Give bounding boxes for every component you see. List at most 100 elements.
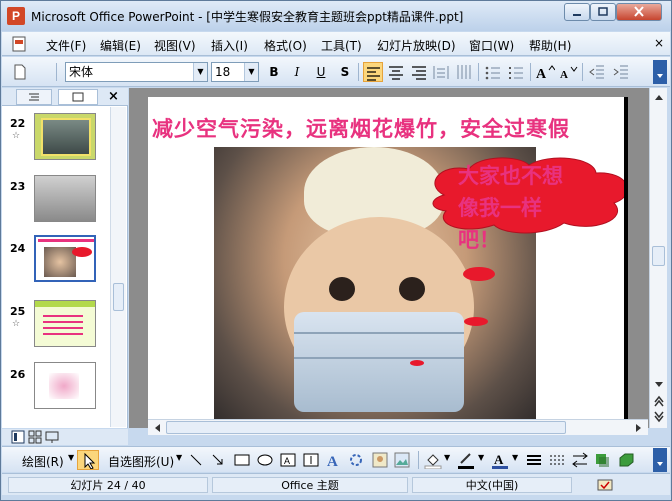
slide-editor: 减少空气污染，远离烟花爆竹，安全过寒假 大家也不想 像我一样 吧！ bbox=[129, 88, 649, 428]
line-icon[interactable] bbox=[188, 452, 204, 468]
slides-thumbnail-icon bbox=[72, 92, 84, 102]
minimize-icon bbox=[573, 14, 581, 16]
distribute-columns-icon[interactable] bbox=[455, 63, 473, 81]
language-status[interactable]: 中文(中国) bbox=[412, 477, 572, 493]
align-left-icon[interactable] bbox=[363, 62, 383, 82]
scroll-thumb[interactable] bbox=[166, 421, 566, 434]
outline-tab[interactable] bbox=[16, 89, 52, 105]
align-center-icon[interactable] bbox=[387, 63, 405, 81]
vertical-textbox-icon[interactable] bbox=[303, 452, 319, 468]
shadow-style-icon[interactable] bbox=[594, 452, 612, 468]
line-style-icon[interactable] bbox=[525, 452, 543, 468]
speech-bubble-text[interactable]: 大家也不想 像我一样 吧！ bbox=[458, 160, 563, 256]
chevron-down-icon[interactable]: ▼ bbox=[478, 453, 484, 462]
select-pointer-icon[interactable] bbox=[77, 450, 99, 470]
increase-font-icon[interactable]: A bbox=[535, 63, 555, 81]
pane-vertical-scrollbar[interactable] bbox=[110, 107, 126, 427]
autoshapes-button[interactable]: 自选图形(U) bbox=[108, 453, 174, 470]
menu-tools[interactable]: 工具(T) bbox=[321, 37, 362, 54]
font-name-combo[interactable]: 宋体 ▼ bbox=[65, 62, 208, 82]
chevron-down-icon[interactable]: ▼ bbox=[444, 453, 450, 462]
chevron-down-icon[interactable]: ▼ bbox=[193, 63, 207, 81]
wordart-icon[interactable]: A bbox=[325, 451, 343, 469]
shadow-button[interactable]: S bbox=[336, 63, 354, 81]
slide-sorter-view-icon[interactable] bbox=[28, 430, 42, 444]
chevron-down-icon[interactable]: ▼ bbox=[68, 453, 74, 462]
draw-menu-button[interactable]: 绘图(R) bbox=[22, 453, 64, 470]
menu-format[interactable]: 格式(O) bbox=[264, 37, 307, 54]
close-icon bbox=[634, 6, 644, 17]
menu-file[interactable]: 文件(F) bbox=[46, 37, 86, 54]
textbox-icon[interactable]: A bbox=[280, 452, 296, 468]
menu-close-icon[interactable]: × bbox=[654, 36, 664, 50]
menu-view[interactable]: 视图(V) bbox=[154, 37, 196, 54]
powerpoint-app-icon[interactable]: P bbox=[7, 7, 25, 25]
menu-slideshow[interactable]: 幻灯片放映(D) bbox=[377, 37, 456, 54]
theme-status[interactable]: Office 主题 bbox=[212, 477, 408, 493]
svg-text:A: A bbox=[560, 69, 568, 81]
maximize-button[interactable] bbox=[590, 3, 616, 21]
numbered-list-icon[interactable] bbox=[484, 63, 502, 81]
arrow-style-icon[interactable] bbox=[571, 452, 589, 468]
fill-color-icon[interactable] bbox=[424, 451, 442, 469]
document-icon[interactable] bbox=[10, 35, 28, 53]
slide-number: 25 bbox=[10, 305, 26, 318]
previous-slide-icon[interactable] bbox=[652, 394, 666, 408]
slide-thumbnail-26[interactable] bbox=[34, 362, 96, 409]
toolbar-options-icon[interactable] bbox=[653, 60, 667, 84]
scroll-up-icon[interactable] bbox=[652, 90, 666, 104]
minimize-button[interactable] bbox=[564, 3, 590, 21]
scroll-down-icon[interactable] bbox=[652, 378, 666, 392]
slide-thumbnail-24[interactable] bbox=[34, 235, 96, 282]
chevron-down-icon[interactable]: ▼ bbox=[512, 453, 518, 462]
3d-style-icon[interactable] bbox=[617, 452, 635, 468]
scroll-thumb[interactable] bbox=[652, 246, 665, 266]
next-slide-icon[interactable] bbox=[652, 410, 666, 424]
slide-thumbnail-25[interactable] bbox=[34, 300, 96, 347]
normal-view-icon[interactable] bbox=[11, 430, 25, 444]
scroll-thumb[interactable] bbox=[113, 283, 124, 311]
decrease-indent-icon[interactable] bbox=[588, 63, 606, 81]
bold-button[interactable]: B bbox=[265, 63, 283, 81]
distribute-text-icon[interactable] bbox=[432, 63, 450, 81]
picture-icon[interactable] bbox=[394, 452, 410, 468]
bullet-list-icon[interactable] bbox=[507, 63, 525, 81]
current-slide[interactable]: 减少空气污染，远离烟花爆竹，安全过寒假 大家也不想 像我一样 吧！ bbox=[148, 97, 628, 427]
menu-bar: 文件(F) 编辑(E) 视图(V) 插入(I) 格式(O) 工具(T) 幻灯片放… bbox=[2, 32, 670, 56]
line-color-icon[interactable] bbox=[457, 451, 475, 469]
menu-window[interactable]: 窗口(W) bbox=[469, 37, 514, 54]
slide-thumbnail-23[interactable] bbox=[34, 175, 96, 222]
slideshow-view-icon[interactable] bbox=[45, 430, 59, 444]
decrease-font-icon[interactable]: A bbox=[559, 63, 579, 81]
chevron-down-icon[interactable]: ▼ bbox=[176, 453, 182, 462]
diagram-icon[interactable] bbox=[348, 452, 364, 468]
oval-icon[interactable] bbox=[256, 452, 274, 468]
slide-thumbnail-22[interactable] bbox=[34, 113, 96, 160]
slide-horizontal-scrollbar[interactable] bbox=[148, 419, 648, 435]
chevron-down-icon[interactable]: ▼ bbox=[244, 63, 258, 81]
rectangle-icon[interactable] bbox=[233, 452, 251, 468]
slide-vertical-scrollbar[interactable] bbox=[649, 88, 667, 428]
menu-help[interactable]: 帮助(H) bbox=[529, 37, 571, 54]
close-pane-icon[interactable]: × bbox=[108, 89, 119, 104]
increase-indent-icon[interactable] bbox=[612, 63, 630, 81]
close-button[interactable] bbox=[616, 3, 662, 21]
dash-style-icon[interactable] bbox=[548, 452, 566, 468]
menu-insert[interactable]: 插入(I) bbox=[211, 37, 248, 54]
scroll-right-icon[interactable] bbox=[632, 421, 646, 435]
svg-text:A: A bbox=[327, 454, 338, 469]
clipart-icon[interactable] bbox=[372, 452, 388, 468]
italic-button[interactable]: I bbox=[288, 63, 306, 81]
scroll-left-icon[interactable] bbox=[150, 421, 164, 435]
menu-edit[interactable]: 编辑(E) bbox=[100, 37, 141, 54]
spelling-check-icon[interactable] bbox=[596, 477, 614, 493]
arrow-icon[interactable] bbox=[210, 452, 226, 468]
slides-tab[interactable] bbox=[58, 89, 98, 105]
underline-button[interactable]: U bbox=[312, 63, 330, 81]
align-right-icon[interactable] bbox=[410, 63, 428, 81]
new-doc-icon[interactable] bbox=[12, 63, 28, 81]
toolbar-options-icon[interactable] bbox=[653, 448, 667, 472]
font-size-combo[interactable]: 18 ▼ bbox=[211, 62, 259, 82]
font-color-icon[interactable]: A bbox=[491, 451, 509, 469]
slide-title[interactable]: 减少空气污染，远离烟花爆竹，安全过寒假 bbox=[152, 113, 570, 143]
